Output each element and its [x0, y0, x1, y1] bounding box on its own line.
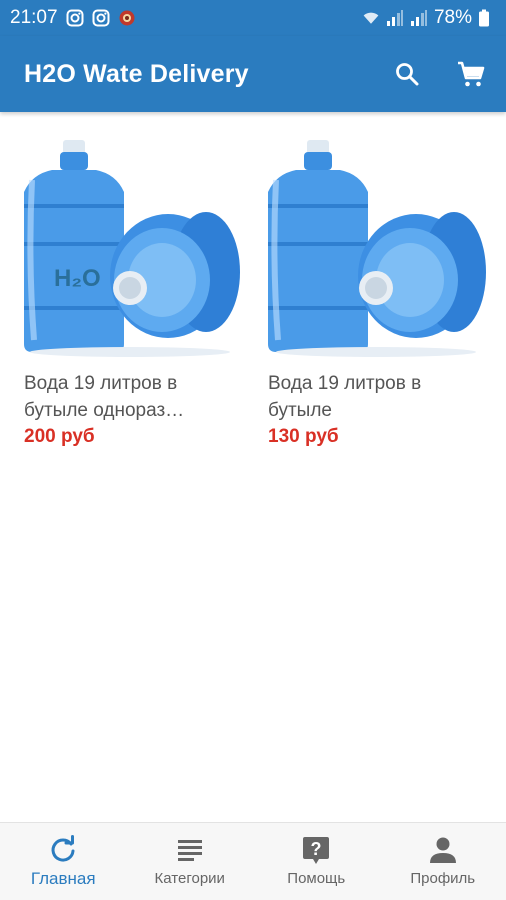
nav-label-help: Помощь: [287, 870, 346, 887]
signal-icon: [386, 9, 404, 27]
product-price: 200 руб: [24, 426, 95, 447]
status-left: 21:07: [10, 7, 136, 29]
app-bar: H2O Wate Delivery: [0, 36, 506, 112]
product-image: [264, 140, 486, 358]
app-actions: [392, 59, 486, 89]
instagram-icon: [92, 9, 110, 27]
product-card[interactable]: Вода 19 литров в бутыле 130 руб: [264, 140, 486, 448]
battery-level: 78%: [433, 7, 472, 28]
status-bar: 21:07 78%: [0, 0, 506, 36]
list-icon: [176, 836, 204, 864]
product-name: Вода 19 литров в бутыле: [268, 373, 422, 421]
product-card[interactable]: H₂O Вода 19 литров в бутыле однораз… 200…: [20, 140, 242, 448]
status-right: 78%: [362, 7, 496, 29]
cart-icon[interactable]: [456, 59, 486, 89]
person-icon: [429, 836, 457, 864]
nav-item-categories[interactable]: Категории: [127, 823, 254, 900]
nav-label-profile: Профиль: [410, 870, 476, 887]
nav-item-home[interactable]: Главная: [0, 823, 127, 900]
signal-icon: [410, 9, 428, 27]
svg-text:?: ?: [311, 839, 322, 859]
search-icon[interactable]: [392, 59, 422, 89]
product-image: H₂O: [20, 140, 242, 358]
bottle-label: H₂O: [54, 265, 101, 292]
help-icon: ?: [302, 836, 330, 864]
status-time: 21:07: [10, 7, 58, 28]
wifi-icon: [362, 9, 380, 27]
instagram-icon: [66, 9, 84, 27]
nav-label-categories: Категории: [154, 870, 225, 887]
battery-icon: [478, 9, 496, 27]
notification-icon: [118, 9, 136, 27]
nav-item-profile[interactable]: Профиль: [380, 823, 506, 900]
bottom-nav: Главная Категории ? Помощь Профиль: [0, 822, 506, 900]
product-name: Вода 19 литров в бутыле однораз…: [24, 373, 185, 421]
nav-label-home: Главная: [30, 868, 96, 888]
nav-item-help[interactable]: ? Помощь: [253, 823, 380, 900]
product-grid: H₂O Вода 19 литров в бутыле однораз… 200…: [0, 112, 506, 448]
app-title: H2O Wate Delivery: [24, 59, 249, 88]
refresh-icon: [49, 834, 77, 863]
product-price: 130 руб: [268, 426, 339, 447]
